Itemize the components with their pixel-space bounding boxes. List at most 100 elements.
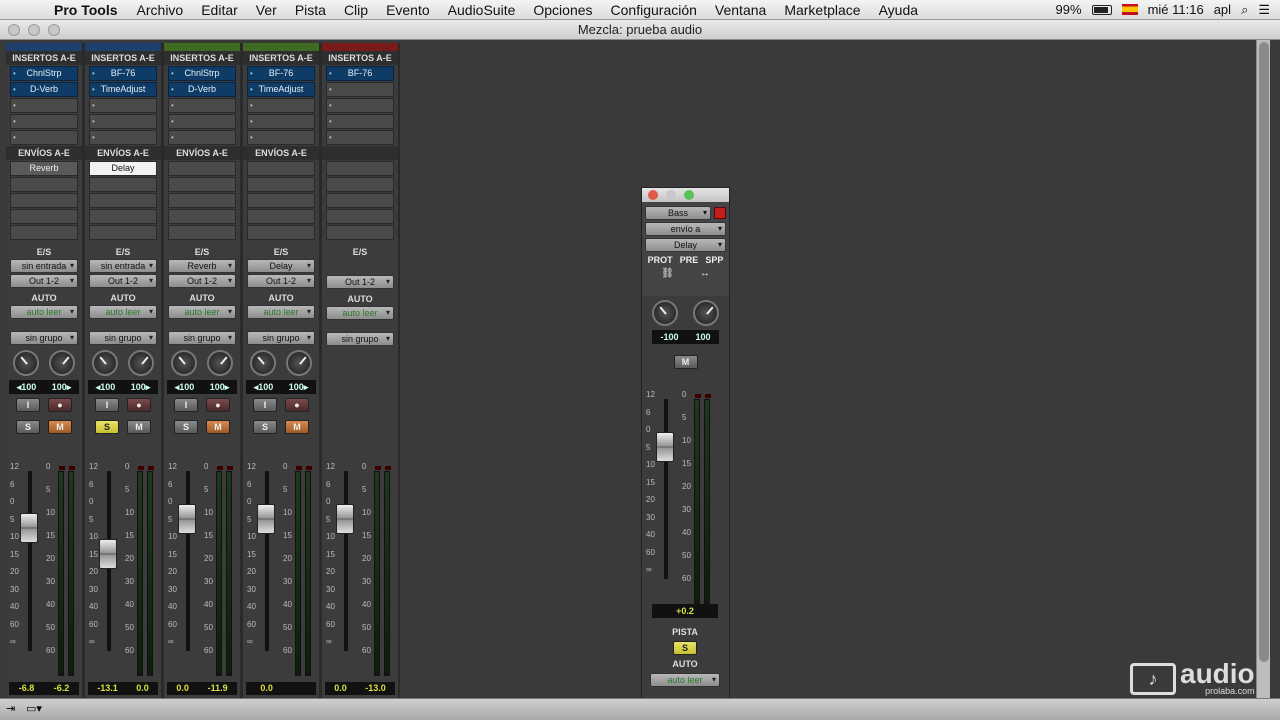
insert-slot[interactable]: TimeAdjust • xyxy=(89,82,157,97)
view-menu-icon[interactable]: ▭▾ xyxy=(26,702,42,715)
solo-button[interactable]: S xyxy=(95,420,119,434)
fader-cap[interactable] xyxy=(336,504,354,534)
pan-right-knob[interactable] xyxy=(128,350,154,376)
send-slot[interactable] xyxy=(326,209,394,224)
send-slot[interactable] xyxy=(168,161,236,176)
group-selector[interactable]: sin grupo xyxy=(10,331,78,345)
group-selector[interactable]: sin grupo xyxy=(89,331,157,345)
mute-button[interactable]: M xyxy=(206,420,230,434)
send-slot[interactable] xyxy=(168,193,236,208)
input-language-flag-icon[interactable] xyxy=(1121,4,1138,15)
menu-ventana[interactable]: Ventana xyxy=(706,2,775,18)
record-enable-button[interactable]: ● xyxy=(285,398,309,412)
input-selector[interactable]: Delay xyxy=(247,259,315,273)
automation-mode-selector[interactable]: auto leer xyxy=(168,305,236,319)
input-selector[interactable]: Reverb xyxy=(168,259,236,273)
menu-archivo[interactable]: Archivo xyxy=(128,2,193,18)
send-window-zoom-button[interactable] xyxy=(684,190,694,200)
output-selector[interactable]: Out 1-2 xyxy=(326,275,394,289)
send-slot[interactable] xyxy=(168,209,236,224)
send-pan-left-knob[interactable] xyxy=(651,300,678,326)
mode-prot[interactable]: PROT xyxy=(648,255,673,265)
send-slot[interactable] xyxy=(89,225,157,240)
menu-ver[interactable]: Ver xyxy=(247,2,286,18)
pan-left-knob[interactable] xyxy=(92,350,118,376)
pan-right-knob[interactable] xyxy=(207,350,233,376)
solo-button[interactable]: S xyxy=(253,420,277,434)
record-enable-button[interactable]: ● xyxy=(206,398,230,412)
output-selector[interactable]: Out 1-2 xyxy=(168,274,236,288)
group-selector[interactable]: sin grupo xyxy=(247,331,315,345)
send-slot[interactable] xyxy=(326,225,394,240)
fader-cap[interactable] xyxy=(257,504,275,534)
output-selector[interactable]: Out 1-2 xyxy=(89,274,157,288)
insert-slot[interactable]: D-Verb • xyxy=(168,82,236,97)
send-slot[interactable] xyxy=(247,161,315,176)
input-monitor-button[interactable]: I xyxy=(253,398,277,412)
mode-spp[interactable]: SPP xyxy=(705,255,723,265)
send-window-close-button[interactable] xyxy=(648,190,658,200)
send-slot[interactable] xyxy=(89,209,157,224)
insert-slot[interactable]: • xyxy=(10,114,78,129)
spotlight-search-icon[interactable]: ⌕ xyxy=(1241,2,1248,18)
send-window-minimize-button[interactable] xyxy=(666,190,676,200)
insert-slot[interactable]: • xyxy=(247,130,315,145)
inverse-icon[interactable]: ↔ xyxy=(700,268,710,279)
automation-mode-selector[interactable]: auto leer xyxy=(326,306,394,320)
mute-button[interactable]: M xyxy=(127,420,151,434)
send-slot[interactable] xyxy=(326,161,394,176)
insert-slot[interactable]: TimeAdjust • xyxy=(247,82,315,97)
menu-clip[interactable]: Clip xyxy=(335,2,377,18)
insert-slot[interactable]: • xyxy=(89,114,157,129)
send-selector[interactable]: Delay xyxy=(645,238,726,252)
output-selector[interactable]: Out 1-2 xyxy=(247,274,315,288)
track-selector[interactable]: Bass xyxy=(645,206,711,220)
send-slot[interactable] xyxy=(10,225,78,240)
mode-pre[interactable]: PRE xyxy=(680,255,699,265)
pan-left-knob[interactable] xyxy=(13,350,39,376)
insert-slot[interactable]: • xyxy=(10,98,78,113)
pan-right-knob[interactable] xyxy=(49,350,75,376)
input-monitor-button[interactable]: I xyxy=(16,398,40,412)
insert-slot[interactable]: • xyxy=(326,114,394,129)
send-slot[interactable] xyxy=(247,177,315,192)
mute-button[interactable]: M xyxy=(48,420,72,434)
fader-cap[interactable] xyxy=(656,432,674,462)
scroll-thumb[interactable] xyxy=(1259,42,1269,662)
insert-slot[interactable]: ChnlStrp • xyxy=(10,66,78,81)
window-minimize-button[interactable] xyxy=(28,24,40,36)
send-window-titlebar[interactable] xyxy=(642,188,729,202)
menu-pista[interactable]: Pista xyxy=(286,2,335,18)
target-icon[interactable] xyxy=(714,207,726,219)
vertical-scrollbar[interactable] xyxy=(1256,40,1270,698)
expand-icon[interactable]: ⇥ xyxy=(6,702,15,715)
insert-slot[interactable]: BF-76 • xyxy=(326,66,394,81)
pan-left-knob[interactable] xyxy=(250,350,276,376)
insert-slot[interactable]: • xyxy=(326,98,394,113)
output-selector[interactable]: Out 1-2 xyxy=(10,274,78,288)
insert-slot[interactable]: BF-76 • xyxy=(247,66,315,81)
record-enable-button[interactable]: ● xyxy=(48,398,72,412)
insert-slot[interactable]: • xyxy=(247,98,315,113)
input-monitor-button[interactable]: I xyxy=(95,398,119,412)
clock[interactable]: mié 11:16 xyxy=(1148,2,1204,17)
send-slot[interactable] xyxy=(10,209,78,224)
record-enable-button[interactable]: ● xyxy=(127,398,151,412)
mute-button[interactable]: M xyxy=(285,420,309,434)
automation-mode-selector[interactable]: auto leer xyxy=(247,305,315,319)
solo-button[interactable]: S xyxy=(174,420,198,434)
fader-cap[interactable] xyxy=(20,513,38,543)
insert-slot[interactable]: • xyxy=(247,114,315,129)
fader-cap[interactable] xyxy=(99,538,117,569)
send-slot[interactable] xyxy=(247,209,315,224)
send-solo-button[interactable]: S xyxy=(673,641,697,655)
window-zoom-button[interactable] xyxy=(48,24,60,36)
input-monitor-button[interactable]: I xyxy=(174,398,198,412)
app-menu[interactable]: Pro Tools xyxy=(54,2,128,18)
menu-editar[interactable]: Editar xyxy=(192,2,247,18)
insert-slot[interactable]: • xyxy=(326,82,394,97)
window-close-button[interactable] xyxy=(8,24,20,36)
link-icon[interactable]: ⛓ xyxy=(661,268,674,279)
menu-marketplace[interactable]: Marketplace xyxy=(775,2,869,18)
send-slot[interactable] xyxy=(10,177,78,192)
